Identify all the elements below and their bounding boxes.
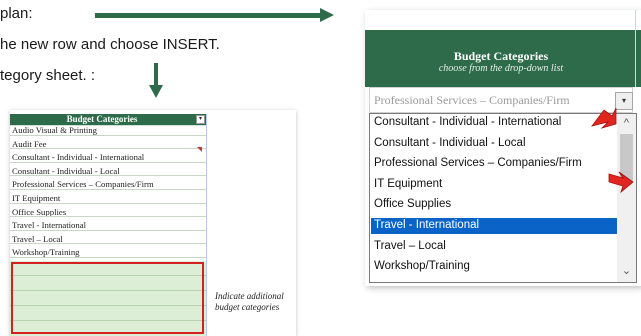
additional-categories-note: Indicate additional budget categories xyxy=(215,291,284,312)
down-arrow-head-icon xyxy=(149,85,163,98)
sheet-row[interactable]: Audit Fee xyxy=(10,139,206,150)
instruction-line-1: plan: xyxy=(0,5,33,22)
sheet-row[interactable]: Audio Visual & Printing xyxy=(10,125,206,136)
dropdown-panel: Budget Categories choose from the drop-d… xyxy=(365,10,641,286)
instruction-line-2: he new row and choose INSERT. xyxy=(0,36,220,53)
option-item[interactable]: Workshop/Training xyxy=(371,259,617,275)
pointer-arrow-icon-2 xyxy=(608,171,634,194)
budget-category-sheet: Budget Categories ▾ Audio Visual & Print… xyxy=(10,110,296,336)
category-options-list[interactable]: Consultant - Individual - International C… xyxy=(369,113,637,283)
additional-rows-highlight xyxy=(11,262,204,334)
scroll-down-icon[interactable]: ⌄ xyxy=(617,262,636,281)
sheet-row[interactable]: Professional Services – Companies/Firm xyxy=(10,179,206,191)
option-item[interactable]: Consultant - Individual - Local xyxy=(371,136,617,152)
pointer-arrow-icon xyxy=(591,107,617,129)
filter-dropdown-button[interactable]: ▾ xyxy=(196,115,205,124)
option-item[interactable]: Consultant - Individual - International xyxy=(371,115,617,131)
option-item[interactable]: Office Supplies xyxy=(371,197,617,213)
option-item[interactable]: IT Equipment xyxy=(371,177,617,193)
sheet-header-label: Budget Categories xyxy=(66,114,138,124)
down-arrow-icon xyxy=(154,63,158,86)
option-item[interactable]: Travel – Local xyxy=(371,239,617,255)
option-item[interactable]: Professional Services – Companies/Firm xyxy=(371,156,617,172)
sheet-row[interactable]: Consultant - Individual - Local xyxy=(10,166,206,177)
scroll-up-icon[interactable]: ^ xyxy=(617,114,636,133)
instruction-line-3: tegory sheet. : xyxy=(0,67,96,84)
sheet-row[interactable]: Office Supplies xyxy=(10,207,206,218)
option-item[interactable]: Travel - International xyxy=(371,218,617,234)
right-arrow-head-icon xyxy=(320,8,334,22)
panel-subtitle: choose from the drop-down list xyxy=(438,63,564,74)
list-scrollbar[interactable]: ^ ⌄ xyxy=(617,114,636,282)
sheet-row[interactable]: IT Equipment xyxy=(10,193,206,204)
sheet-row[interactable]: Travel – Local xyxy=(10,234,206,245)
right-arrow-icon xyxy=(95,13,320,18)
panel-title: Budget Categories xyxy=(453,49,549,63)
comment-indicator-icon xyxy=(197,147,202,152)
sheet-row[interactable]: Consultant - Individual - International xyxy=(10,152,206,163)
sheet-row[interactable]: Workshop/Training xyxy=(10,247,206,259)
sheet-row[interactable]: Travel - International xyxy=(10,220,206,231)
